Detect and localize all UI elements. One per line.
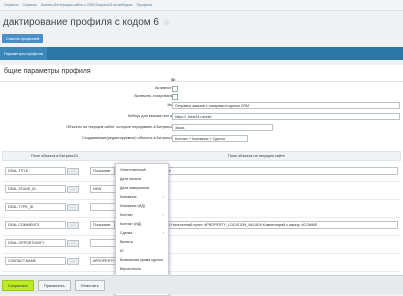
breadcrumb-item[interactable]: Профили [137,3,152,7]
site-field-select[interactable] [90,203,118,211]
more-button[interactable]: … [67,240,79,247]
b24-field-select[interactable]: DEAL.STAGE_ID [5,185,66,193]
right-column-header: Поле объекта на текущем сайте [228,154,285,158]
breadcrumb: Сервисы Сервисы Бизнес-Интеграция сайта … [0,0,403,11]
left-column-header: Поле объекта в Битрикс24 [31,154,78,158]
site-field-select[interactable] [90,239,118,247]
submenu-arrow-icon: › [162,213,164,217]
save-button[interactable]: Сохранить [2,279,34,291]
webhook-row: Вебхук для вызова rest api: https:// .bi… [0,113,403,121]
tab-bar: Параметры профиля [0,47,403,60]
menu-item[interactable]: Контакт [120,213,133,217]
objects-select[interactable]: Заказ [172,124,273,131]
site-field-select[interactable]: NEW [90,185,118,193]
table-row: DEAL.OPPORTUNITY … [2,235,401,254]
b24-field-select[interactable]: DEAL.TITLE [5,167,66,175]
more-button[interactable]: … [67,168,79,175]
mapping-grid-header: Поле объекта в Битрикс24 Поле объекта на… [2,151,401,161]
id-row: ID: 6 [0,78,403,84]
form-footer: Сохранить Применить Отменить [0,275,403,294]
id-value: 6 [172,78,175,82]
menu-item[interactable]: Дата начала [120,177,141,181]
cancel-button[interactable]: Отменить [74,279,105,291]
webhook-label: Вебхук для вызова rest api: [128,114,176,118]
log-label: Включить логирование: [134,94,176,98]
menu-item[interactable]: Дата завершения [120,186,149,190]
apply-button[interactable]: Применить [37,279,71,291]
log-checkbox[interactable] [172,94,178,100]
profile-list-button[interactable]: Список профилей [2,33,44,43]
menu-item[interactable]: Сделка [120,231,132,235]
table-row: DEAL.COMMENTS … Пользоват E #PROPERTY_EM… [2,217,401,236]
menu-item[interactable]: Возможная сумма сделки [120,258,163,262]
menu-item[interactable]: Ответственный [120,168,146,172]
star-icon[interactable]: ☆ [163,18,170,27]
more-button[interactable]: … [67,186,79,193]
site-field-select[interactable]: #PROPERTY_ [90,257,118,265]
active-checkbox[interactable] [172,86,178,92]
created-label: Создаваемые(редактируемые) объекты в Бит… [82,136,176,140]
tab-profile-params[interactable]: Параметры профиля [0,47,48,60]
breadcrumb-item[interactable]: Бизнес-Интеграция сайта с CRM Битрикс24 … [41,3,133,7]
table-row: CONTACT.NAME … #PROPERTY_ [2,253,401,272]
breadcrumb-item[interactable]: Сервисы [23,3,38,7]
menu-item[interactable]: Вероятность [120,267,141,271]
webhook-input[interactable]: https:// .bitrix24.ru/rest/ [172,113,400,120]
more-button[interactable]: … [67,222,79,229]
title-bar: дактирование профиля с кодом 6 ☆ [0,11,403,33]
breadcrumb-item[interactable]: Сервисы [4,3,19,7]
objects-label: Объекты на текущем сайте, которые переда… [66,125,176,129]
log-row: Включить логирование: [0,94,403,100]
active-row: Активность: [0,86,403,92]
menu-item[interactable]: Валюта [120,240,133,244]
more-button[interactable]: … [67,258,79,265]
b24-field-select[interactable]: DEAL.COMMENTS [5,221,66,229]
menu-item[interactable]: Компания [120,195,136,199]
toolbar: Список профилей [0,33,403,43]
created-select[interactable]: Контакт + Компания + Сделка [172,135,248,142]
table-row: DEAL.TITLE … Пользоват Заказ №#ACCOUNT_N… [2,163,401,182]
menu-item[interactable]: Компания (ИД) [120,204,145,208]
name-input[interactable]: Отправка заказов с товарами в сделки CRM [172,102,400,109]
menu-item[interactable]: Контакт (ИД) [120,222,141,226]
submenu-arrow-icon: › [162,195,164,199]
b24-field-select[interactable]: DEAL.OPPORTUNITY [5,239,66,247]
table-row: DEAL.TYPE_ID … [2,199,401,218]
objects-row: Объекты на текущем сайте, которые переда… [0,124,403,132]
submenu-arrow-icon: › [162,231,164,235]
menu-item[interactable]: ID [120,249,124,253]
created-row: Создаваемые(редактируемые) объекты в Бит… [0,135,403,143]
table-row: DEAL.STAGE_ID … NEW [2,181,401,200]
b24-field-select[interactable]: CONTACT.NAME [5,257,66,265]
name-row: Имя: Отправка заказов с товарами в сделк… [0,102,403,110]
more-button[interactable]: … [67,204,79,211]
b24-field-select[interactable]: DEAL.TYPE_ID [5,203,66,211]
page-title: дактирование профиля с кодом 6 [3,16,159,28]
